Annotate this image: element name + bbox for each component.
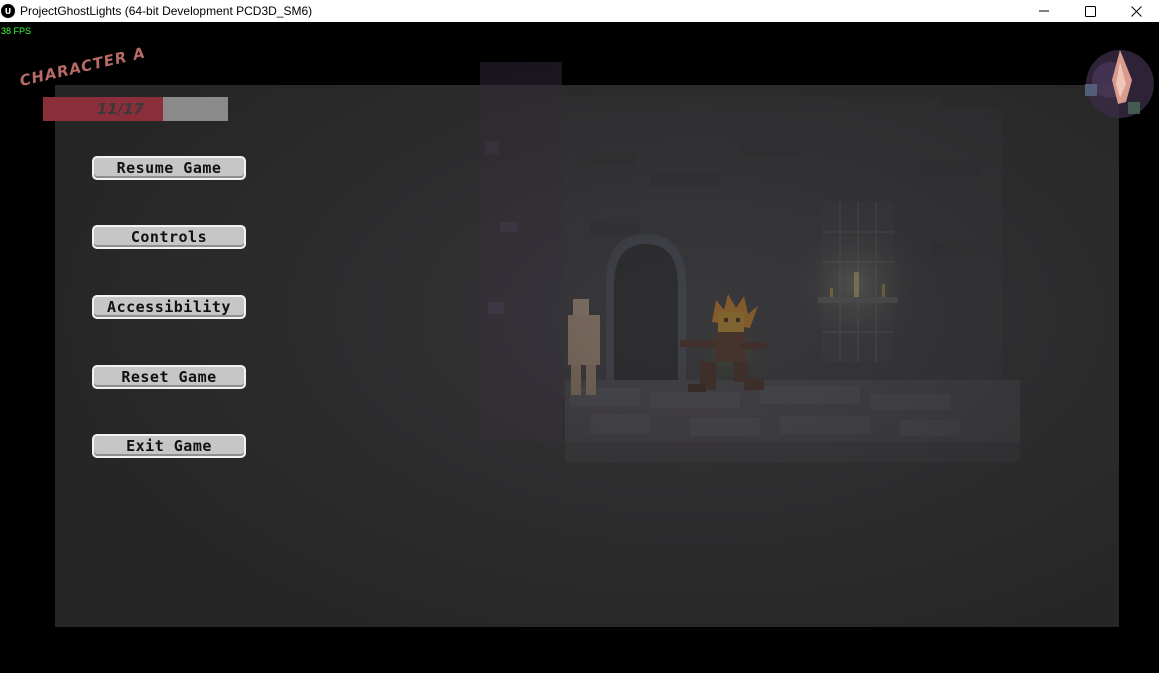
close-icon <box>1130 5 1142 17</box>
reset-game-button[interactable]: Reset Game <box>92 365 246 389</box>
window-controls <box>1021 0 1159 22</box>
maximize-button[interactable] <box>1067 0 1113 22</box>
fps-counter: 38 FPS <box>1 26 32 36</box>
close-button[interactable] <box>1113 0 1159 22</box>
health-bar: 11/17 <box>43 97 228 121</box>
game-window: U ProjectGhostLights (64-bit Development… <box>0 0 1159 673</box>
health-text: 11/17 <box>96 100 145 118</box>
title-bar[interactable]: U ProjectGhostLights (64-bit Development… <box>0 0 1159 22</box>
unreal-engine-icon: U <box>1 4 15 18</box>
resume-game-button[interactable]: Resume Game <box>92 156 246 180</box>
minimize-button[interactable] <box>1021 0 1067 22</box>
controls-button[interactable]: Controls <box>92 225 246 249</box>
minimize-icon <box>1039 10 1049 12</box>
minimap <box>1085 50 1154 118</box>
exit-game-button[interactable]: Exit Game <box>92 434 246 458</box>
window-title: ProjectGhostLights (64-bit Development P… <box>20 4 313 18</box>
maximize-icon <box>1084 5 1096 17</box>
accessibility-button[interactable]: Accessibility <box>92 295 246 319</box>
game-viewport[interactable]: 38 FPS CHARACTER A 11/17 Resume Game Con… <box>0 22 1159 673</box>
